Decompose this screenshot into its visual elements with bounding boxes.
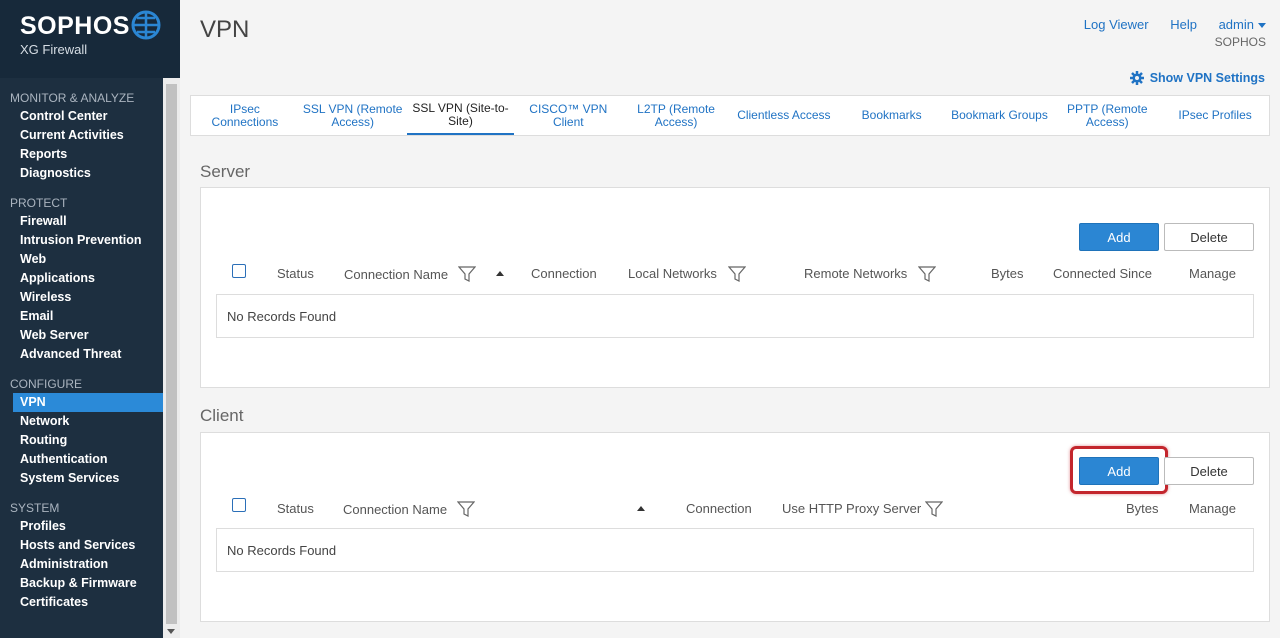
sidebar-item-web-server[interactable]: Web Server bbox=[0, 326, 163, 345]
log-viewer-link[interactable]: Log Viewer bbox=[1084, 17, 1149, 32]
sidebar-item-vpn[interactable]: VPN bbox=[13, 393, 163, 412]
nav-section-title: CONFIGURE bbox=[10, 377, 82, 391]
server-col-manage: Manage bbox=[1189, 266, 1236, 281]
brand-product: XG Firewall bbox=[20, 42, 88, 57]
sort-ascending-icon[interactable] bbox=[496, 271, 504, 276]
nav-section-title: PROTECT bbox=[10, 196, 68, 210]
org-name: SOPHOS bbox=[1214, 35, 1266, 49]
sidebar-item-diagnostics[interactable]: Diagnostics bbox=[0, 164, 163, 183]
sort-ascending-icon[interactable] bbox=[637, 506, 645, 511]
client-panel: Add Delete Status Connection Name Connec… bbox=[200, 432, 1270, 622]
scrollbar-thumb[interactable] bbox=[166, 84, 177, 624]
sidebar-item-routing[interactable]: Routing bbox=[0, 431, 163, 450]
server-col-connection: Connection bbox=[531, 266, 597, 281]
client-delete-button[interactable]: Delete bbox=[1164, 457, 1254, 485]
tab-l2tp-remote-access-[interactable]: L2TP (Remote Access) bbox=[622, 96, 730, 135]
server-panel: Add Delete Status Connection Name Connec… bbox=[200, 187, 1270, 388]
client-col-status: Status bbox=[277, 501, 314, 516]
client-col-manage: Manage bbox=[1189, 501, 1236, 516]
tab-bookmarks[interactable]: Bookmarks bbox=[838, 96, 946, 135]
filter-icon[interactable] bbox=[918, 266, 936, 282]
client-col-bytes: Bytes bbox=[1126, 501, 1159, 516]
tab-bookmark-groups[interactable]: Bookmark Groups bbox=[946, 96, 1054, 135]
top-links: Log Viewer Help admin bbox=[1066, 17, 1266, 32]
sidebar-item-wireless[interactable]: Wireless bbox=[0, 288, 163, 307]
page-title: VPN bbox=[200, 16, 250, 43]
tab-ssl-vpn-remote-access-[interactable]: SSL VPN (Remote Access) bbox=[299, 96, 407, 135]
sidebar-item-profiles[interactable]: Profiles bbox=[0, 517, 163, 536]
filter-icon[interactable] bbox=[458, 266, 476, 282]
sidebar: SOPHOS XG Firewall MONITOR & ANALYZE Cont… bbox=[0, 0, 180, 638]
server-col-connected-since: Connected Since bbox=[1053, 266, 1153, 281]
show-vpn-settings-link[interactable]: Show VPN Settings bbox=[1129, 71, 1265, 85]
tab-ipsec-profiles[interactable]: IPsec Profiles bbox=[1161, 96, 1269, 135]
help-link[interactable]: Help bbox=[1170, 17, 1197, 32]
sidebar-item-network[interactable]: Network bbox=[0, 412, 163, 431]
sidebar-item-control-center[interactable]: Control Center bbox=[0, 107, 163, 126]
sidebar-item-backup-firmware[interactable]: Backup & Firmware bbox=[0, 574, 163, 593]
vpn-tabs: IPsec Connections SSL VPN (Remote Access)… bbox=[190, 95, 1270, 136]
sidebar-item-system-services[interactable]: System Services bbox=[0, 469, 163, 488]
tab-ssl-vpn-site-to-site-[interactable]: SSL VPN (Site-to-Site) bbox=[406, 96, 515, 135]
brand-header: SOPHOS XG Firewall bbox=[0, 0, 180, 78]
server-add-button[interactable]: Add bbox=[1079, 223, 1159, 251]
server-col-bytes: Bytes bbox=[991, 266, 1024, 281]
server-delete-button[interactable]: Delete bbox=[1164, 223, 1254, 251]
filter-icon[interactable] bbox=[457, 501, 475, 517]
sidebar-item-current-activities[interactable]: Current Activities bbox=[0, 126, 163, 145]
sidebar-item-authentication[interactable]: Authentication bbox=[0, 450, 163, 469]
sidebar-item-intrusion-prevention[interactable]: Intrusion Prevention bbox=[0, 231, 163, 250]
sidebar-item-hosts-and-services[interactable]: Hosts and Services bbox=[0, 536, 163, 555]
nav-section-title: SYSTEM bbox=[10, 501, 60, 515]
scroll-down-icon[interactable] bbox=[167, 629, 175, 634]
sidebar-scrollbar[interactable] bbox=[163, 78, 180, 638]
server-select-all-checkbox[interactable] bbox=[232, 264, 246, 278]
sidebar-item-administration[interactable]: Administration bbox=[0, 555, 163, 574]
client-col-connection-name: Connection Name bbox=[343, 502, 448, 517]
show-vpn-settings-label: Show VPN Settings bbox=[1149, 71, 1265, 85]
client-select-all-checkbox[interactable] bbox=[232, 498, 246, 512]
chevron-down-icon bbox=[1258, 23, 1266, 29]
tab-ipsec-connections[interactable]: IPsec Connections bbox=[191, 96, 299, 135]
server-section-title: Server bbox=[200, 162, 251, 181]
client-add-button[interactable]: Add bbox=[1079, 457, 1159, 485]
sidebar-item-certificates[interactable]: Certificates bbox=[0, 593, 163, 612]
nav-menu: MONITOR & ANALYZE Control Center Current A… bbox=[0, 78, 163, 638]
filter-icon[interactable] bbox=[925, 501, 943, 517]
server-empty-message: No Records Found bbox=[216, 294, 1254, 338]
user-menu[interactable]: admin bbox=[1219, 17, 1266, 32]
server-col-remote-networks: Remote Networks bbox=[804, 266, 908, 281]
tab-pptp-remote-access-[interactable]: PPTP (Remote Access) bbox=[1053, 96, 1161, 135]
sidebar-item-web[interactable]: Web bbox=[0, 250, 163, 269]
server-col-status: Status bbox=[277, 266, 314, 281]
gear-icon bbox=[1129, 71, 1144, 85]
sidebar-item-email[interactable]: Email bbox=[0, 307, 163, 326]
sidebar-item-reports[interactable]: Reports bbox=[0, 145, 163, 164]
client-col-proxy: Use HTTP Proxy Server bbox=[782, 501, 922, 516]
sophos-logo-icon bbox=[131, 10, 161, 40]
sidebar-item-applications[interactable]: Applications bbox=[0, 269, 163, 288]
client-section-title: Client bbox=[200, 406, 244, 425]
server-col-local-networks: Local Networks bbox=[628, 266, 717, 281]
nav-section-title: MONITOR & ANALYZE bbox=[10, 91, 135, 105]
sidebar-item-firewall[interactable]: Firewall bbox=[0, 212, 163, 231]
tab-clientless-access[interactable]: Clientless Access bbox=[730, 96, 838, 135]
user-name: admin bbox=[1218, 17, 1254, 32]
client-empty-message: No Records Found bbox=[216, 528, 1254, 572]
filter-icon[interactable] bbox=[728, 266, 746, 282]
tab-cisco-vpn-client[interactable]: CISCO™ VPN Client bbox=[514, 96, 622, 135]
sidebar-item-advanced-threat[interactable]: Advanced Threat bbox=[0, 345, 163, 364]
client-col-connection: Connection bbox=[686, 501, 752, 516]
server-col-connection-name: Connection Name bbox=[344, 267, 449, 282]
